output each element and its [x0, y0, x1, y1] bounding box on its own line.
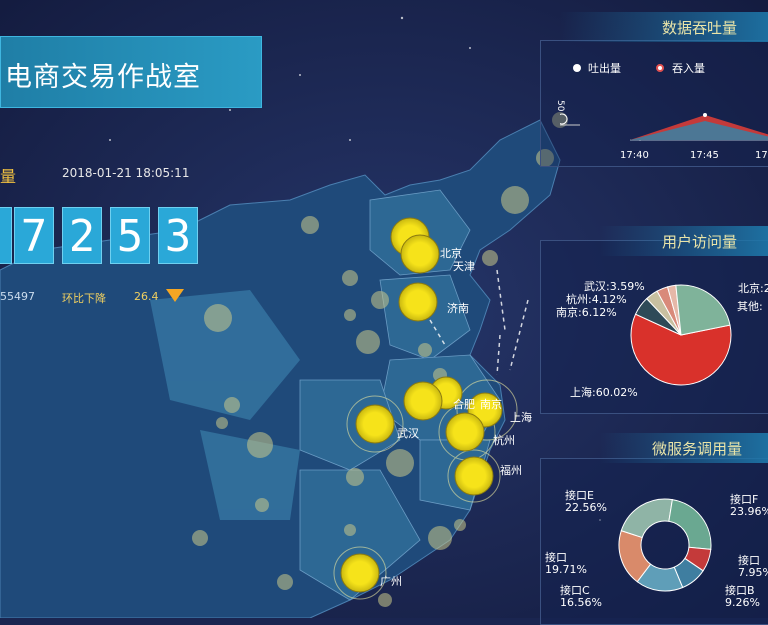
city-label-hefei: 合肥 [453, 398, 475, 411]
micro-donut-slice-1 [668, 499, 712, 550]
legend-dot-out [573, 64, 581, 72]
donut-label-e: 接口E 22.56% [565, 489, 607, 514]
micro-title: 微服务调用量 [652, 440, 743, 458]
throughput-tick-0: 17:40 [620, 150, 649, 161]
page-title: 电商交易作战室 [5, 62, 201, 93]
pie-label-beijing: 北京:2.7 [738, 282, 768, 295]
donut-label-f: 接口F 23.96% [730, 493, 768, 518]
digit-4: 3 [158, 207, 198, 264]
digit-0 [0, 207, 12, 264]
digit-1: 7 [14, 207, 54, 264]
city-label-shanghai: 上海 [510, 411, 532, 424]
change-percent: 26.4 [134, 290, 159, 303]
city-label-fuzhou: 福州 [500, 464, 522, 477]
metric-label: 量 [0, 167, 17, 186]
sub-total: 55497 [0, 290, 35, 303]
throughput-tick-1: 17:45 [690, 150, 719, 161]
city-label-jinan: 济南 [447, 302, 469, 315]
throughput-tick-2: 17 [755, 150, 768, 161]
donut-label-c: 接口C 16.56% [560, 584, 602, 609]
title-banner: 电商交易作战室 [0, 36, 262, 108]
digit-3: 5 [110, 207, 150, 264]
donut-label-d: 接口 19.71% [545, 551, 587, 576]
donut-label-b: 接口B 9.26% [725, 584, 760, 609]
legend-dot-in [656, 64, 664, 72]
city-label-guangzhou: 广州 [380, 575, 402, 588]
city-label-nanjing: 南京 [480, 398, 502, 411]
legend-in-label: 吞入量 [672, 62, 705, 75]
legend-out-label: 吐出量 [588, 62, 621, 75]
visits-pie [630, 284, 732, 386]
city-label-wuhan: 武汉 [397, 427, 419, 440]
change-label: 环比下降 [62, 292, 106, 305]
pie-label-other: 其他: [737, 300, 763, 313]
pie-label-nanjing: 南京:6.12% [556, 306, 617, 319]
micro-donut-slice-0 [620, 498, 673, 539]
throughput-chart [560, 113, 768, 141]
timestamp: 2018-01-21 18:05:11 [62, 166, 190, 180]
pie-label-shanghai: 上海:60.02% [570, 386, 638, 399]
visits-title: 用户访问量 [662, 233, 738, 251]
city-label-hangzhou: 杭州 [493, 434, 515, 447]
donut-label-a: 接口7.95% [738, 554, 768, 579]
digit-2: 2 [62, 207, 102, 264]
throughput-title: 数据吞吐量 [662, 19, 738, 37]
city-label-tianjin: 天津 [453, 260, 475, 273]
down-arrow-icon [166, 289, 184, 302]
micro-donut [618, 498, 712, 592]
